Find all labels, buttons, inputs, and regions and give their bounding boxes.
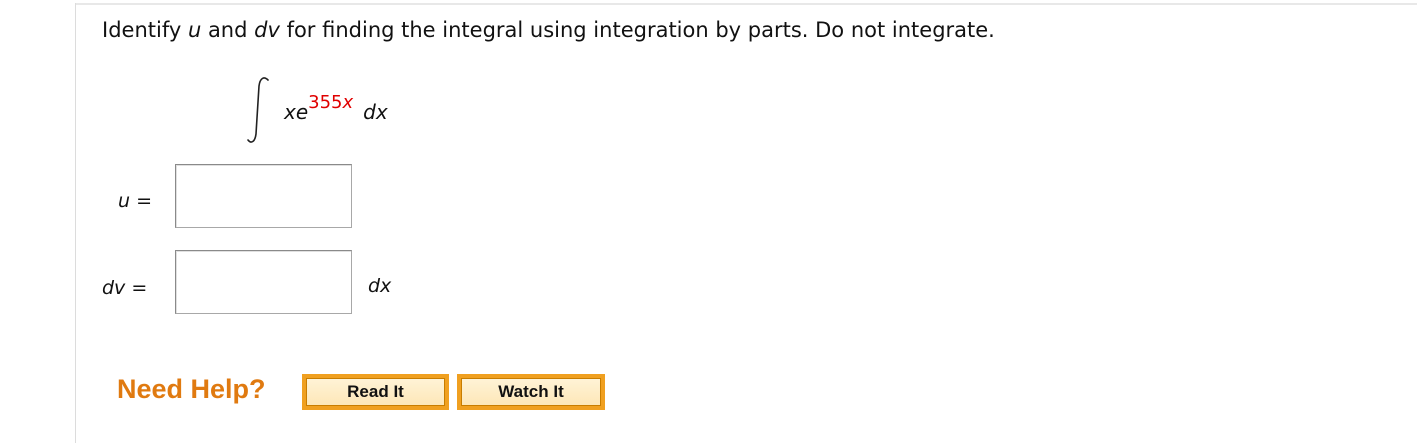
dv-suffix-dx: dx — [368, 275, 392, 297]
top-divider — [76, 3, 1417, 5]
read-it-button[interactable]: Read It — [302, 374, 449, 410]
question-var-u: u — [187, 18, 202, 42]
question-text: Identify u and dv for finding the integr… — [102, 16, 995, 44]
integrand: xe355x dx — [284, 92, 388, 124]
dv-answer-input[interactable] — [175, 250, 352, 314]
u-answer-input[interactable] — [175, 164, 352, 228]
left-divider — [75, 3, 76, 443]
integral-differential: dx — [363, 100, 388, 124]
integral-sign-icon — [247, 77, 269, 143]
question-part-3: for finding the integral using integrati… — [279, 18, 995, 42]
question-part-2: and — [201, 18, 255, 42]
dv-label: dv = — [102, 277, 147, 299]
exponent-number: 355 — [308, 92, 343, 113]
integrand-base: xe — [284, 100, 309, 124]
exponent-var: x — [342, 92, 354, 113]
u-label-eq: = — [130, 190, 153, 212]
dv-label-eq: = — [125, 277, 148, 299]
need-help-heading: Need Help? — [117, 374, 266, 404]
question-var-dv: dv — [254, 18, 280, 42]
u-label: u = — [118, 190, 152, 212]
dv-label-var: dv — [102, 277, 126, 299]
read-it-label: Read It — [306, 378, 445, 406]
integrand-exponent: 355x — [308, 92, 353, 113]
u-label-var: u — [118, 190, 131, 212]
question-part-1: Identify — [102, 18, 188, 42]
watch-it-label: Watch It — [461, 378, 601, 406]
watch-it-button[interactable]: Watch It — [457, 374, 605, 410]
